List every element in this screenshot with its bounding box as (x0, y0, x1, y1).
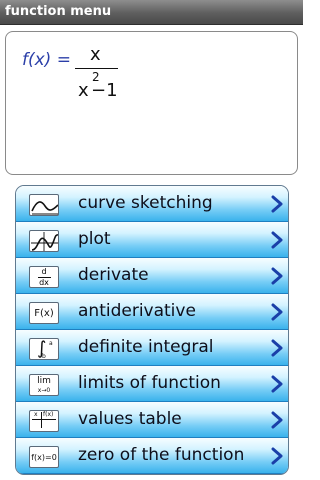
title-bar: function menu (0, 0, 303, 25)
antiderivative-icon: F(x) (29, 302, 59, 324)
chevron-right-icon (271, 267, 283, 285)
menu-item-curve-sketching[interactable]: curve sketching (16, 186, 288, 222)
formula-numerator: x (90, 44, 101, 65)
function-menu: curve sketching plot d dx derivate F(x) … (15, 185, 289, 475)
chevron-right-icon (271, 339, 283, 357)
menu-item-zero-of-the-function[interactable]: f(x)=0 zero of the function (16, 438, 288, 474)
menu-item-limits-of-function[interactable]: lim x→0 limits of function (16, 366, 288, 402)
formula-lhs: f(x) = (22, 50, 71, 70)
chevron-right-icon (271, 195, 283, 213)
denominator-rest: −1 (91, 80, 118, 101)
denominator-base: x (78, 80, 89, 101)
menu-item-label: antiderivative (78, 301, 196, 321)
curve-sketching-icon (29, 194, 59, 216)
chevron-right-icon (271, 411, 283, 429)
menu-item-label: plot (78, 229, 111, 249)
menu-item-label: derivate (78, 265, 149, 285)
menu-item-label: curve sketching (78, 193, 213, 213)
menu-item-label: definite integral (78, 337, 214, 357)
derivative-icon: d dx (29, 266, 59, 288)
app-title: function menu (5, 4, 112, 19)
menu-item-label: values table (78, 409, 182, 429)
chevron-right-icon (271, 231, 283, 249)
menu-item-label: limits of function (78, 373, 221, 393)
fraction-bar (75, 68, 118, 69)
menu-item-plot[interactable]: plot (16, 222, 288, 258)
plot-icon (29, 230, 59, 252)
definite-integral-icon: ∫ a b (29, 338, 59, 360)
menu-item-values-table[interactable]: x f(x) values table (16, 402, 288, 438)
menu-item-antiderivative[interactable]: F(x) antiderivative (16, 294, 288, 330)
menu-item-derivate[interactable]: d dx derivate (16, 258, 288, 294)
limit-icon: lim x→0 (29, 374, 59, 396)
menu-item-label: zero of the function (78, 445, 245, 465)
values-table-icon: x f(x) (29, 410, 59, 432)
formula-display[interactable]: f(x) = x x 2 −1 (5, 31, 298, 175)
chevron-right-icon (271, 375, 283, 393)
chevron-right-icon (271, 303, 283, 321)
menu-item-definite-integral[interactable]: ∫ a b definite integral (16, 330, 288, 366)
zero-icon: f(x)=0 (29, 446, 59, 468)
chevron-right-icon (271, 447, 283, 465)
